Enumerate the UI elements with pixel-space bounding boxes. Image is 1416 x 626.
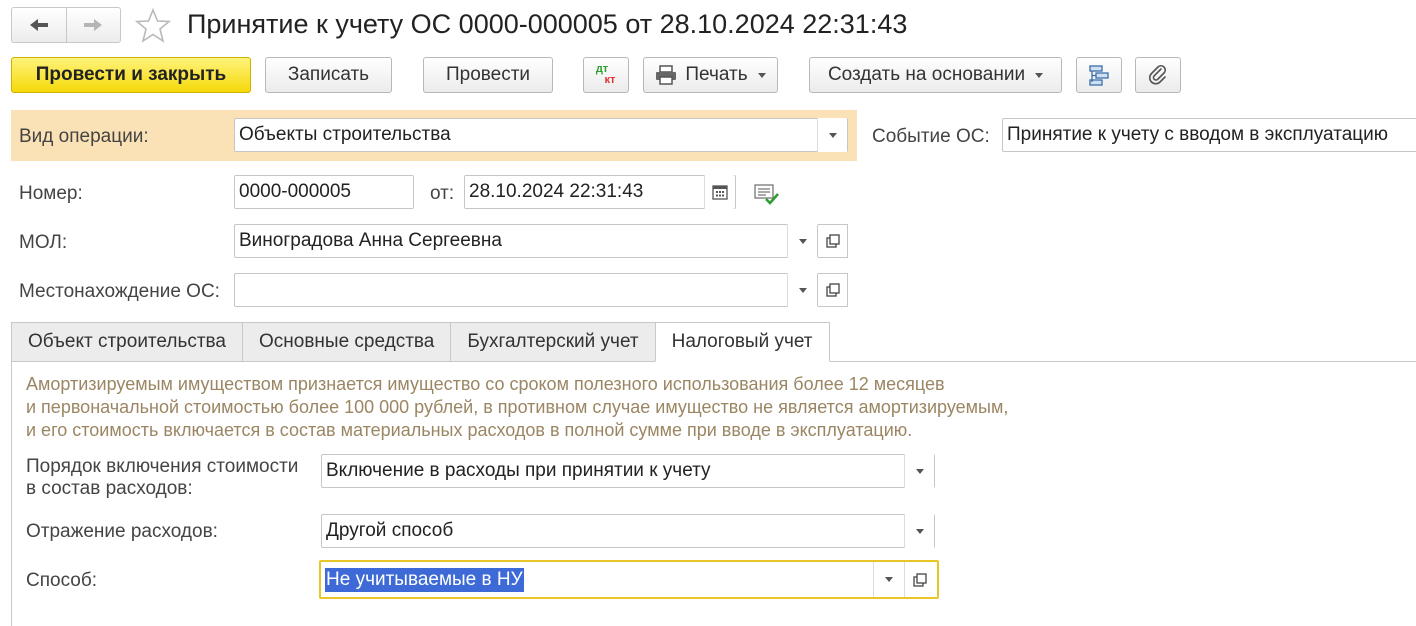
post-label: Провести xyxy=(445,64,531,85)
method-dropdown-button[interactable] xyxy=(873,562,903,597)
save-button[interactable]: Записать xyxy=(265,57,392,93)
post-and-close-label: Провести и закрыть xyxy=(35,64,227,85)
mol-value: Виноградова Анна Сергеевна xyxy=(239,230,502,251)
expense-order-value: Включение в расходы при принятии к учету xyxy=(326,460,711,481)
credit-label: кт xyxy=(604,74,616,86)
debit-credit-icon: дт кт xyxy=(596,64,616,86)
number-label: Номер: xyxy=(19,183,83,204)
tab-bar: Объект строительства Основные средства Б… xyxy=(11,322,830,362)
document-title: Принятие к учету ОС 0000-000005 от 28.10… xyxy=(187,9,908,39)
event-value: Принятие к учету с вводом в эксплуатацию xyxy=(1007,124,1389,145)
chevron-down-icon xyxy=(915,528,924,534)
star-icon xyxy=(134,7,172,43)
attach-file-button[interactable] xyxy=(1135,57,1181,93)
expense-order-label-line: Порядок включения стоимости xyxy=(26,456,299,477)
note-line: Амортизируемым имуществом признается иму… xyxy=(26,374,945,394)
expense-order-label: Порядок включения стоимости в состав рас… xyxy=(26,456,298,500)
expense-order-label-line: в состав расходов: xyxy=(26,478,193,499)
date-input[interactable]: 28.10.2024 22:31:43 xyxy=(464,175,736,209)
mol-label: МОЛ: xyxy=(19,232,68,253)
posted-document-icon xyxy=(754,184,779,205)
arrow-left-icon xyxy=(29,19,48,31)
number-input[interactable]: 0000-000005 xyxy=(234,175,414,209)
structure-icon xyxy=(1089,65,1109,86)
chevron-down-icon xyxy=(798,238,807,244)
mol-select[interactable]: Виноградова Анна Сергеевна xyxy=(234,224,818,258)
open-form-icon xyxy=(825,234,840,248)
arrow-right-icon xyxy=(84,19,103,31)
operation-type-value: Объекты строительства xyxy=(239,124,451,145)
mol-open-button[interactable] xyxy=(818,224,848,258)
operation-type-select[interactable]: Объекты строительства xyxy=(234,118,848,152)
paperclip-icon xyxy=(1149,64,1167,85)
debit-credit-button[interactable]: дт кт xyxy=(583,57,629,93)
printer-icon xyxy=(656,65,677,85)
chevron-down-icon xyxy=(1035,72,1044,78)
expense-order-dropdown-button[interactable] xyxy=(904,454,934,488)
tab-tax-accounting[interactable]: Налоговый учет xyxy=(654,322,830,362)
event-label: Событие ОС: xyxy=(872,126,990,147)
method-value: Не учитываемые в НУ xyxy=(325,567,524,592)
favorite-star-button[interactable] xyxy=(134,7,172,44)
open-form-icon xyxy=(825,283,840,297)
operation-type-label: Вид операции: xyxy=(19,126,149,147)
expense-order-select[interactable]: Включение в расходы при принятии к учету xyxy=(321,454,935,488)
tab-fixed-assets[interactable]: Основные средства xyxy=(242,322,451,362)
chevron-down-icon xyxy=(884,577,893,582)
event-select[interactable]: Принятие к учету с вводом в эксплуатацию xyxy=(1002,118,1416,152)
expense-reflection-dropdown-button[interactable] xyxy=(904,514,934,548)
tax-info-note: Амортизируемым имуществом признается иму… xyxy=(26,373,1008,442)
tab-accounting[interactable]: Бухгалтерский учет xyxy=(450,322,655,362)
location-open-button[interactable] xyxy=(818,273,848,307)
chevron-down-icon xyxy=(798,287,807,293)
posted-status-button[interactable] xyxy=(754,182,780,206)
tab-construction-object[interactable]: Объект строительства xyxy=(11,322,242,362)
print-button[interactable]: Печать xyxy=(643,57,778,93)
back-button[interactable] xyxy=(12,8,66,42)
mol-dropdown-button[interactable] xyxy=(787,224,817,258)
expense-reflection-value: Другой способ xyxy=(326,520,454,541)
location-select[interactable] xyxy=(234,273,818,307)
note-line: и его стоимость включается в состав мате… xyxy=(26,420,913,440)
method-select[interactable]: Не учитываемые в НУ xyxy=(319,560,939,599)
forward-button[interactable] xyxy=(65,8,121,42)
chevron-down-icon xyxy=(757,72,766,78)
calendar-icon xyxy=(711,185,728,200)
location-dropdown-button[interactable] xyxy=(787,273,817,307)
expense-reflection-label: Отражение расходов: xyxy=(26,521,218,542)
method-open-button[interactable] xyxy=(904,562,934,597)
post-button[interactable]: Провести xyxy=(423,57,553,93)
calendar-button[interactable] xyxy=(704,175,734,209)
date-label: от: xyxy=(430,183,455,204)
open-form-icon xyxy=(912,572,927,587)
post-and-close-button[interactable]: Провести и закрыть xyxy=(11,57,251,93)
note-line: и первоначальной стоимостью более 100 00… xyxy=(26,397,1009,417)
save-label: Записать xyxy=(287,64,370,85)
date-value: 28.10.2024 22:31:43 xyxy=(469,181,644,202)
structure-button[interactable] xyxy=(1076,57,1122,93)
expense-reflection-select[interactable]: Другой способ xyxy=(321,514,935,548)
number-value: 0000-000005 xyxy=(239,181,351,202)
operation-type-dropdown-button[interactable] xyxy=(817,118,847,152)
navigation-group xyxy=(11,7,121,43)
print-label: Печать xyxy=(685,64,748,85)
method-label: Способ: xyxy=(26,570,98,591)
chevron-down-icon xyxy=(828,132,837,138)
create-based-on-button[interactable]: Создать на основании xyxy=(809,57,1062,93)
chevron-down-icon xyxy=(915,468,924,474)
location-label: Местонахождение ОС: xyxy=(19,281,220,302)
create-based-on-label: Создать на основании xyxy=(827,64,1026,85)
